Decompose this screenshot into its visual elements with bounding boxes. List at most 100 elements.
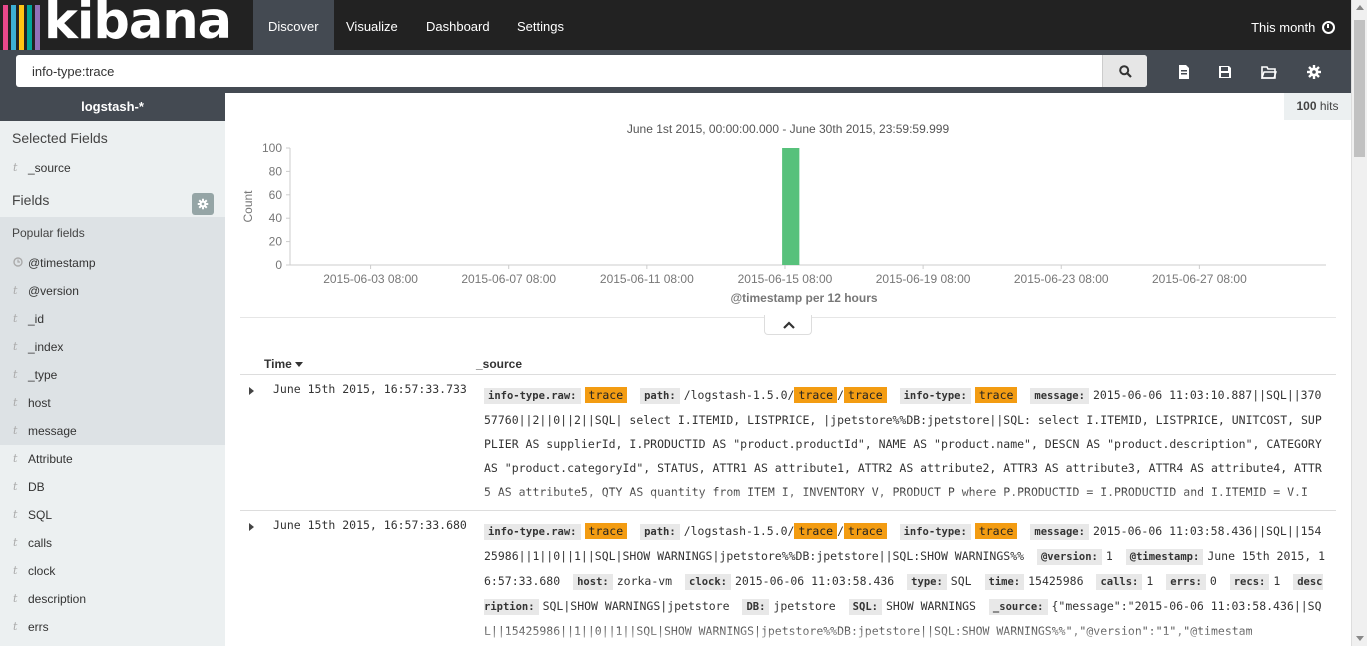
y-tick-label: 40 bbox=[269, 211, 283, 225]
field-name: host bbox=[28, 396, 51, 410]
field-name: _index bbox=[28, 340, 64, 354]
search-bar bbox=[0, 50, 1351, 93]
source-field-value: jpetstore bbox=[773, 599, 835, 613]
source-field-key: _source: bbox=[988, 599, 1048, 615]
field-item-attribute[interactable]: t Attribute bbox=[0, 446, 225, 472]
expand-row-icon[interactable] bbox=[249, 387, 254, 395]
source-field-key: message: bbox=[1030, 524, 1089, 540]
y-tick-label: 20 bbox=[269, 235, 283, 249]
save-icon[interactable] bbox=[1217, 64, 1233, 80]
settings-icon[interactable] bbox=[1306, 64, 1322, 80]
field-name: calls bbox=[28, 536, 53, 550]
collapse-chart-button[interactable] bbox=[764, 315, 812, 335]
kibana-logo[interactable]: kibana bbox=[0, 0, 240, 51]
tab-visualize[interactable]: Visualize bbox=[331, 0, 413, 50]
field-item-errs[interactable]: t errs bbox=[0, 614, 225, 640]
open-icon[interactable] bbox=[1261, 64, 1277, 80]
value-text: 0 bbox=[1209, 574, 1217, 588]
source-field-value: 1 bbox=[1106, 549, 1113, 563]
field-name: _id bbox=[28, 312, 45, 326]
clock-icon bbox=[1322, 21, 1335, 34]
field-item-sql[interactable]: t SQL bbox=[0, 502, 225, 528]
source-field-value: zorka-vm bbox=[617, 574, 672, 588]
tab-discover[interactable]: Discover bbox=[253, 0, 334, 50]
time-header-label: Time bbox=[264, 357, 292, 371]
field-item-index[interactable]: t _index bbox=[0, 334, 225, 360]
time-picker[interactable]: This month bbox=[1251, 0, 1335, 50]
expand-row-icon[interactable] bbox=[249, 523, 254, 531]
source-field-value: 1 bbox=[1146, 574, 1153, 588]
search-highlight: trace bbox=[844, 387, 887, 403]
source-field-value: /logstash-1.5.0/trace / trace bbox=[684, 387, 887, 403]
source-field-value: trace bbox=[584, 387, 628, 403]
time-column-header[interactable]: Time bbox=[264, 357, 304, 371]
tab-dashboard[interactable]: Dashboard bbox=[411, 0, 505, 50]
value-text: / bbox=[837, 524, 845, 538]
field-item-description[interactable]: t description bbox=[0, 586, 225, 612]
row-timestamp: June 15th 2015, 16:57:33.680 bbox=[273, 518, 467, 532]
new-search-icon[interactable] bbox=[1176, 64, 1192, 80]
index-pattern-header[interactable]: logstash-* bbox=[0, 93, 225, 121]
histogram-date-range: June 1st 2015, 00:00:00.000 - June 30th … bbox=[626, 122, 950, 136]
scrollbar-thumb[interactable] bbox=[1354, 20, 1365, 157]
field-name: _type bbox=[28, 368, 58, 382]
string-type-icon: t bbox=[13, 396, 18, 409]
field-item-id[interactable]: t _id bbox=[0, 306, 225, 332]
field-item-source[interactable]: t _source bbox=[0, 155, 225, 181]
row-source: info-type.raw: trace path:/logstash-1.5.0… bbox=[484, 383, 1328, 504]
string-type-icon: t bbox=[13, 592, 18, 605]
x-tick-label: 2015-06-23 08:00 bbox=[1014, 272, 1109, 286]
field-item-version[interactable]: t @version bbox=[0, 278, 225, 304]
histogram-chart[interactable]: 0 20 40 60 80 100 Count 2015-06-03 08:00 2015-06… bbox=[225, 138, 1351, 318]
y-tick-label: 80 bbox=[269, 164, 283, 178]
logo-stripe bbox=[27, 5, 32, 50]
search-input[interactable] bbox=[16, 55, 1102, 87]
field-item-db[interactable]: t DB bbox=[0, 474, 225, 500]
field-item-type[interactable]: t _type bbox=[0, 362, 225, 388]
source-field-key: recs: bbox=[1229, 574, 1270, 590]
string-type-icon: t bbox=[13, 424, 18, 437]
scroll-down-icon[interactable] bbox=[1356, 636, 1364, 641]
table-row[interactable]: June 15th 2015, 16:57:33.733 info-type.r… bbox=[240, 375, 1336, 511]
field-settings-button[interactable] bbox=[192, 193, 214, 215]
x-tick-label: 2015-06-07 08:00 bbox=[461, 272, 556, 286]
hit-count-value: 100 bbox=[1296, 99, 1317, 113]
source-field-value: 2015-06-06 11:03:10.887||SQL||37057760||… bbox=[484, 388, 1322, 499]
time-range-label: This month bbox=[1251, 20, 1316, 35]
fields-title: Fields bbox=[12, 192, 50, 208]
string-type-icon: t bbox=[13, 312, 18, 325]
x-axis-label: @timestamp per 12 hours bbox=[730, 291, 877, 305]
table-row[interactable]: June 15th 2015, 16:57:33.680 info-type.r… bbox=[240, 511, 1336, 646]
source-field-key: path: bbox=[640, 388, 680, 404]
field-item-host[interactable]: t host bbox=[0, 390, 225, 416]
logo-stripe bbox=[3, 5, 8, 50]
field-item-timestamp[interactable]: @timestamp bbox=[0, 250, 225, 276]
x-axis-label-prefix: @timestamp per bbox=[730, 291, 827, 305]
source-field-key: time: bbox=[984, 574, 1025, 590]
field-item-message[interactable]: t message bbox=[0, 418, 225, 444]
string-type-icon: t bbox=[13, 340, 18, 353]
source-field-key: @version: bbox=[1036, 549, 1102, 565]
scroll-up-icon[interactable] bbox=[1356, 5, 1364, 10]
search-highlight: trace bbox=[974, 387, 1018, 403]
search-icon bbox=[1119, 65, 1132, 78]
string-type-icon: t bbox=[13, 508, 18, 521]
field-name: @timestamp bbox=[28, 256, 96, 270]
source-field-key: type: bbox=[907, 574, 947, 590]
sort-desc-icon bbox=[295, 362, 304, 367]
x-tick-label: 2015-06-15 08:00 bbox=[738, 272, 833, 286]
page-scrollbar[interactable] bbox=[1351, 0, 1367, 646]
source-field-key: clock: bbox=[685, 574, 731, 590]
tab-settings[interactable]: Settings bbox=[502, 0, 579, 50]
value-text: SQL|SHOW WARNINGS|jpetstore bbox=[542, 599, 730, 613]
field-item-clock[interactable]: t clock bbox=[0, 558, 225, 584]
field-name: DB bbox=[28, 480, 45, 494]
value-text: 15425986 bbox=[1028, 574, 1084, 588]
discover-main: 100 hits June 1st 2015, 00:00:00.000 - J… bbox=[225, 93, 1351, 646]
histogram-svg: 0 20 40 60 80 100 Count 2015-06-03 08:00 2015-06… bbox=[241, 141, 1326, 305]
field-item-calls[interactable]: t calls bbox=[0, 530, 225, 556]
value-text: / bbox=[837, 388, 845, 402]
search-button[interactable] bbox=[1102, 55, 1147, 87]
source-field-value: 15425986 bbox=[1028, 574, 1083, 588]
search-highlight: trace bbox=[794, 387, 838, 403]
